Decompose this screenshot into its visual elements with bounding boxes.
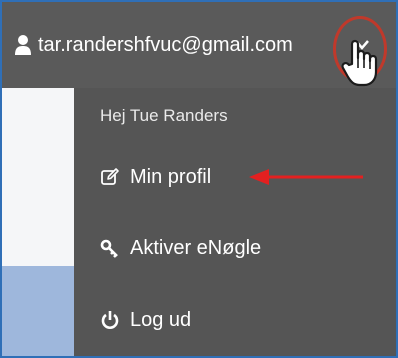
menu-item-min-profil[interactable]: Min profil (100, 160, 211, 194)
menu-item-log-ud[interactable]: Log ud (100, 303, 191, 337)
red-arrow-annotation (249, 169, 363, 185)
user-icon (15, 35, 31, 55)
menu-item-label: Log ud (130, 308, 192, 331)
edit-icon (101, 168, 119, 185)
menu-item-label: Aktiver eNøgle (130, 236, 262, 259)
power-icon (101, 311, 119, 329)
user-dropdown-menu: Hej Tue Randers Min profil Aktiver eNøgl… (74, 88, 396, 356)
user-email: tar.randershfvuc@gmail.com (38, 33, 293, 56)
hand-pointer-cursor-icon (341, 39, 378, 87)
background-page-footer (2, 266, 74, 356)
greeting-text: Hej Tue Randers (100, 106, 228, 125)
top-navbar: tar.randershfvuc@gmail.com (2, 2, 396, 88)
background-page-panel (2, 88, 74, 266)
key-icon (100, 239, 118, 258)
menu-item-aktiver-enogle[interactable]: Aktiver eNøgle (100, 231, 261, 265)
menu-item-label: Min profil (130, 165, 212, 188)
user-menu-toggle[interactable]: tar.randershfvuc@gmail.com (14, 28, 293, 62)
screenshot-frame: tar.randershfvuc@gmail.com Hej Tue Rande… (0, 0, 398, 358)
